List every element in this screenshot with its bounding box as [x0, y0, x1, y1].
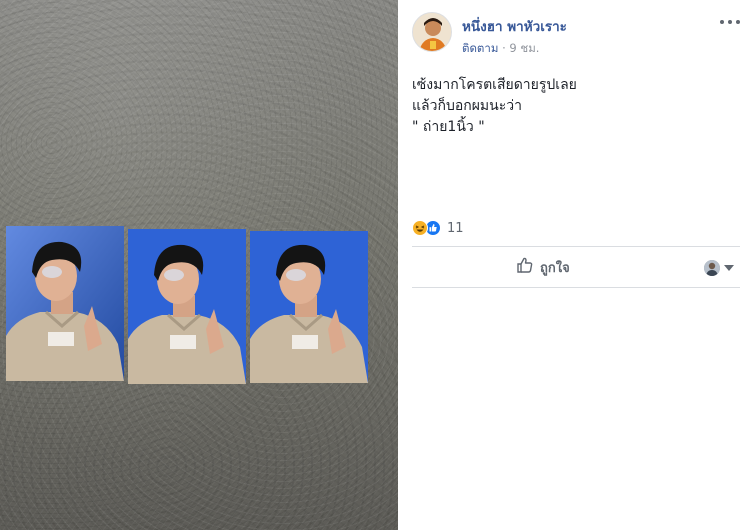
like-label: ถูกใจ	[540, 260, 570, 276]
caption-line-3: " ถ่าย1นิ้ว "	[412, 119, 485, 135]
post-side-panel: หนึ่งฮา พาหัวเราะ ติดตาม · 9 ชม. เซ้งมาก…	[398, 0, 754, 530]
author-name-link[interactable]: หนึ่งฮา พาหัวเราะ	[462, 15, 567, 37]
post-timestamp[interactable]: 9 ชม.	[509, 41, 539, 55]
divider-top	[412, 246, 740, 247]
thumbs-up-icon	[516, 256, 534, 278]
follow-link[interactable]: ติดตาม	[462, 41, 498, 55]
viewer-avatar	[704, 260, 720, 276]
chevron-down-icon	[724, 265, 734, 271]
more-options-icon[interactable]	[720, 14, 740, 30]
reactions-summary[interactable]: 11	[412, 219, 464, 237]
meta-separator: ·	[498, 41, 510, 55]
post-caption: เซ้งมากโครตเสียดายรูปเลย แล้วก็บอกผมนะว่…	[412, 75, 740, 138]
haha-reaction-icon	[412, 220, 428, 236]
post-meta: ติดตาม · 9 ชม.	[462, 40, 539, 58]
author-avatar[interactable]	[412, 12, 452, 52]
reaction-count: 11	[447, 220, 464, 236]
id-photo-3	[250, 231, 368, 383]
caption-line-1: เซ้งมากโครตเสียดายรูปเลย	[412, 77, 577, 93]
post-photo[interactable]	[0, 0, 398, 530]
divider-bottom	[412, 287, 740, 288]
post-as-selector[interactable]	[704, 260, 734, 276]
like-button[interactable]: ถูกใจ	[516, 256, 570, 278]
id-photo-1	[6, 226, 124, 381]
caption-line-2: แล้วก็บอกผมนะว่า	[412, 98, 522, 114]
id-photo-2	[128, 229, 246, 384]
